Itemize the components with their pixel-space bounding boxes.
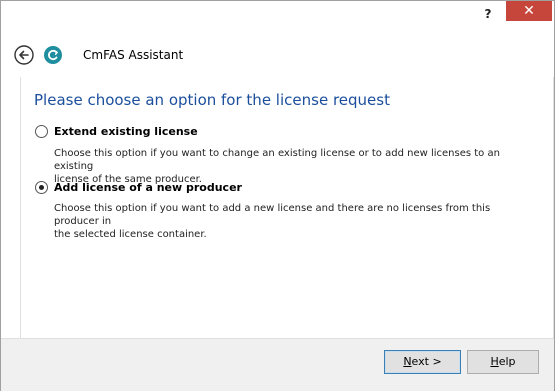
help-button-mnemonic: H	[490, 355, 499, 368]
app-title: CmFAS Assistant	[83, 48, 184, 62]
new-producer-label[interactable]: Add license of a new producer	[54, 181, 242, 194]
next-button-label: ext >	[411, 355, 442, 368]
close-button[interactable]: ✕	[506, 1, 552, 21]
back-arrow-icon[interactable]	[14, 45, 34, 65]
help-title-button[interactable]: ?	[475, 3, 501, 25]
help-button[interactable]: Help	[467, 350, 539, 374]
assistant-window: ? ✕ CmFAS Assistant Please choose an opt…	[0, 0, 555, 391]
next-button-mnemonic: N	[403, 355, 412, 368]
footer-bar: Next > Help	[1, 338, 554, 391]
extend-license-radio[interactable]	[35, 125, 48, 138]
title-bar: ? ✕	[1, 1, 554, 29]
new-producer-radio[interactable]	[35, 181, 48, 194]
page-heading: Please choose an option for the license …	[34, 91, 390, 109]
codemeter-icon	[43, 45, 63, 65]
next-button[interactable]: Next >	[384, 350, 461, 374]
extend-license-description-line1: Choose this option if you want to change…	[54, 148, 500, 172]
new-producer-description-line2: the selected license container.	[54, 229, 207, 240]
extend-license-label[interactable]: Extend existing license	[54, 125, 198, 138]
help-button-label: elp	[498, 355, 516, 368]
new-producer-description-line1: Choose this option if you want to add a …	[54, 203, 491, 227]
new-producer-description: Choose this option if you want to add a …	[54, 202, 524, 241]
